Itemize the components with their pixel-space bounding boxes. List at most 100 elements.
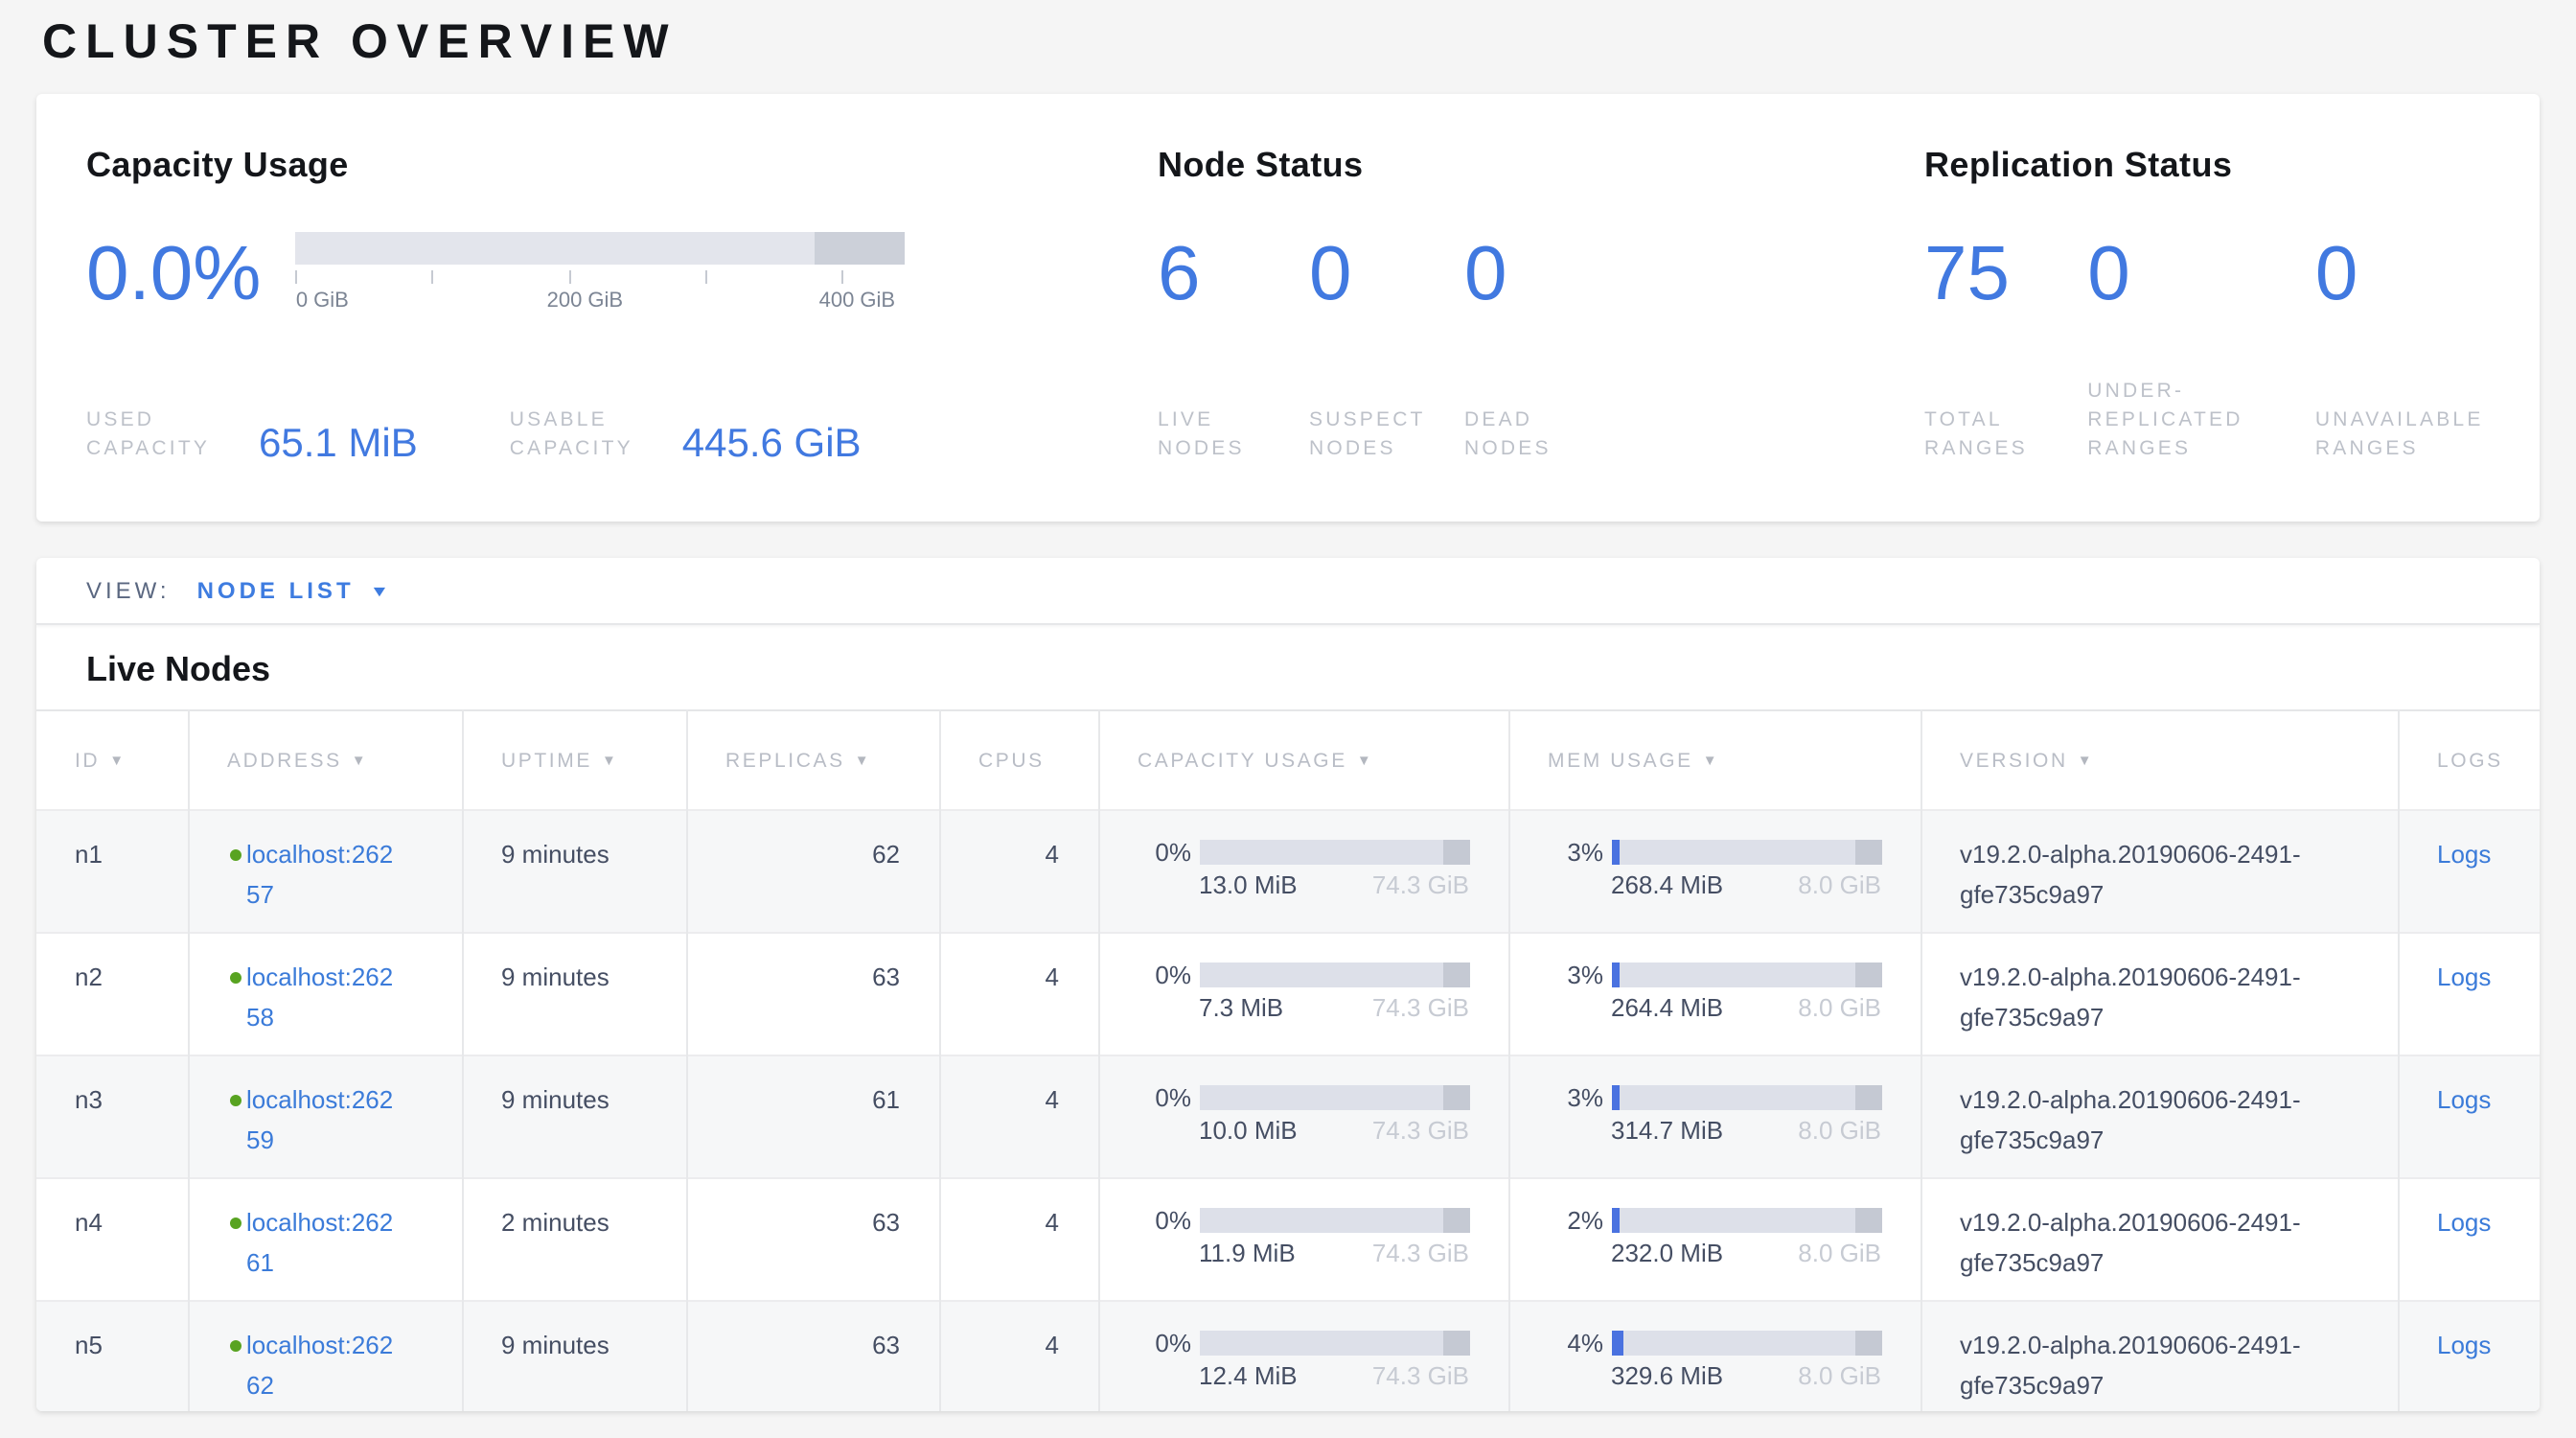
- node-id-cell: n2: [36, 933, 188, 1055]
- node-live-status-icon: [229, 1095, 241, 1106]
- node-logs-link[interactable]: Logs: [2437, 963, 2491, 991]
- node-status-stats: 6 LIVE NODES 0 SUSPECT NODES 0 DEAD NODE…: [1158, 236, 1924, 464]
- capacity-bar-track: [295, 232, 905, 265]
- capacity-used-value: 12.4 MiB: [1199, 1361, 1298, 1392]
- capacity-total-value: 74.3 GiB: [1372, 1239, 1469, 1269]
- capacity-usage-percent: 0%: [1155, 1208, 1191, 1233]
- capacity-usage-bar: [1199, 963, 1469, 987]
- mem-usage-bar: [1611, 840, 1881, 865]
- node-address-link[interactable]: localhost:26262: [246, 1325, 400, 1405]
- node-cpus-cell: 4: [939, 1301, 1098, 1411]
- column-header-uptime[interactable]: UPTIME▼: [462, 710, 686, 810]
- node-uptime-cell: 9 minutes: [462, 1301, 686, 1411]
- suspect-nodes-label: SUSPECT NODES: [1309, 406, 1459, 464]
- mem-usage-cell: 2% 232.0 MiB 8.0 GiB: [1508, 1178, 1920, 1301]
- node-cpus-cell: 4: [939, 1055, 1098, 1178]
- sort-arrow-icon: ▼: [109, 751, 126, 768]
- node-logs-link[interactable]: Logs: [2437, 1208, 2491, 1237]
- node-logs-cell: Logs: [2398, 933, 2540, 1055]
- node-address-link[interactable]: localhost:26259: [246, 1079, 400, 1160]
- total-ranges-stat: 75 TOTAL RANGES: [1924, 236, 2087, 464]
- capacity-bar-endcap: [815, 232, 905, 265]
- capacity-meter: 0.0% 0 GiB 200 GiB 400 GiB: [86, 232, 1158, 316]
- node-id-cell: n3: [36, 1055, 188, 1178]
- sort-arrow-icon: ▼: [602, 751, 618, 768]
- capacity-usage-endcap: [1442, 840, 1469, 865]
- column-header-version[interactable]: VERSION▼: [1920, 710, 2398, 810]
- capacity-usage-cell: 0% 13.0 MiB 74.3 GiB: [1098, 810, 1508, 933]
- mem-usage-percent: 3%: [1567, 963, 1603, 987]
- column-header-logs: LOGS: [2398, 710, 2540, 810]
- node-status-title: Node Status: [1158, 146, 1924, 186]
- capacity-total-value: 74.3 GiB: [1372, 1361, 1469, 1392]
- capacity-usage-cell: 0% 7.3 MiB 74.3 GiB: [1098, 933, 1508, 1055]
- capacity-usage-bar: [1199, 840, 1469, 865]
- node-id-cell: n1: [36, 810, 188, 933]
- capacity-bar-chart: 0 GiB 200 GiB 400 GiB: [295, 232, 905, 316]
- node-uptime-cell: 9 minutes: [462, 1055, 686, 1178]
- node-address-link[interactable]: localhost:26261: [246, 1202, 400, 1283]
- node-cpus-cell: 4: [939, 1178, 1098, 1301]
- capacity-usage-cell: 0% 10.0 MiB 74.3 GiB: [1098, 1055, 1508, 1178]
- suspect-nodes-stat: 0 SUSPECT NODES: [1309, 236, 1464, 464]
- node-logs-link[interactable]: Logs: [2437, 1331, 2491, 1359]
- mem-usage-cell: 3% 268.4 MiB 8.0 GiB: [1508, 810, 1920, 933]
- node-id-cell: n4: [36, 1178, 188, 1301]
- replication-status-title: Replication Status: [1924, 146, 2490, 186]
- node-logs-cell: Logs: [2398, 1178, 2540, 1301]
- node-logs-link[interactable]: Logs: [2437, 1085, 2491, 1114]
- cluster-overview-page: CLUSTER OVERVIEW Capacity Usage 0.0% 0 G…: [0, 0, 2576, 1438]
- node-logs-cell: Logs: [2398, 1055, 2540, 1178]
- mem-usage-endcap: [1854, 1331, 1881, 1356]
- column-header-replicas[interactable]: REPLICAS▼: [686, 710, 939, 810]
- mem-usage-endcap: [1854, 963, 1881, 987]
- capacity-usage-percent: 0%: [1155, 1331, 1191, 1356]
- node-live-status-icon: [229, 849, 241, 861]
- node-id-cell: n5: [36, 1301, 188, 1411]
- capacity-used-value: 13.0 MiB: [1199, 870, 1298, 901]
- capacity-usage-endcap: [1442, 1085, 1469, 1110]
- live-nodes-stat: 6 LIVE NODES: [1158, 236, 1309, 464]
- view-selector[interactable]: NODE LIST ▼: [197, 577, 387, 604]
- node-live-status-icon: [229, 1340, 241, 1352]
- capacity-usage-percent: 0%: [1155, 963, 1191, 987]
- capacity-usage-bar: [1199, 1085, 1469, 1110]
- dead-nodes-value: 0: [1464, 236, 1614, 313]
- node-uptime-cell: 9 minutes: [462, 933, 686, 1055]
- sort-arrow-icon: ▼: [1703, 751, 1719, 768]
- column-header-address[interactable]: ADDRESS▼: [188, 710, 462, 810]
- mem-usage-fill: [1611, 840, 1619, 865]
- node-live-status-icon: [229, 1218, 241, 1229]
- capacity-used-value: 7.3 MiB: [1199, 993, 1283, 1024]
- node-address-link[interactable]: localhost:26258: [246, 957, 400, 1037]
- capacity-usage-endcap: [1442, 1208, 1469, 1233]
- mem-usage-endcap: [1854, 1085, 1881, 1110]
- capacity-usage-endcap: [1442, 1331, 1469, 1356]
- dead-nodes-stat: 0 DEAD NODES: [1464, 236, 1614, 464]
- mem-usage-percent: 4%: [1567, 1331, 1603, 1356]
- node-uptime-cell: 2 minutes: [462, 1178, 686, 1301]
- mem-total-value: 8.0 GiB: [1798, 1239, 1881, 1269]
- node-version-cell: v19.2.0-alpha.20190606-2491-gfe735c9a97: [1920, 1055, 2398, 1178]
- mem-usage-cell: 3% 314.7 MiB 8.0 GiB: [1508, 1055, 1920, 1178]
- node-uptime-cell: 9 minutes: [462, 810, 686, 933]
- capacity-used-percent: 0.0%: [86, 236, 261, 313]
- replication-status-section: Replication Status 75 TOTAL RANGES 0 UND…: [1924, 146, 2490, 464]
- mem-usage-bar: [1611, 963, 1881, 987]
- node-replicas-cell: 63: [686, 1301, 939, 1411]
- mem-usage-fill: [1611, 963, 1619, 987]
- column-header-id[interactable]: ID▼: [36, 710, 188, 810]
- capacity-usage-percent: 0%: [1155, 1085, 1191, 1110]
- table-row: n4 localhost:26261 2 minutes 63 4 0% 11.…: [36, 1178, 2540, 1301]
- mem-usage-bar: [1611, 1085, 1881, 1110]
- column-header-capacity-usage[interactable]: CAPACITY USAGE▼: [1098, 710, 1508, 810]
- usable-capacity-stat: USABLE CAPACITY 445.6 GiB: [510, 406, 862, 464]
- summary-card: Capacity Usage 0.0% 0 GiB 200 GiB 400 Gi…: [36, 94, 2540, 522]
- column-header-mem-usage[interactable]: MEM USAGE▼: [1508, 710, 1920, 810]
- under-replicated-label: UNDER-REPLICATED RANGES: [2087, 378, 2264, 464]
- node-logs-link[interactable]: Logs: [2437, 840, 2491, 869]
- table-row: n3 localhost:26259 9 minutes 61 4 0% 10.…: [36, 1055, 2540, 1178]
- node-address-link[interactable]: localhost:26257: [246, 834, 400, 915]
- node-status-section: Node Status 6 LIVE NODES 0 SUSPECT NODES…: [1158, 146, 1924, 464]
- capacity-stats: USED CAPACITY 65.1 MiB USABLE CAPACITY 4…: [86, 406, 1158, 464]
